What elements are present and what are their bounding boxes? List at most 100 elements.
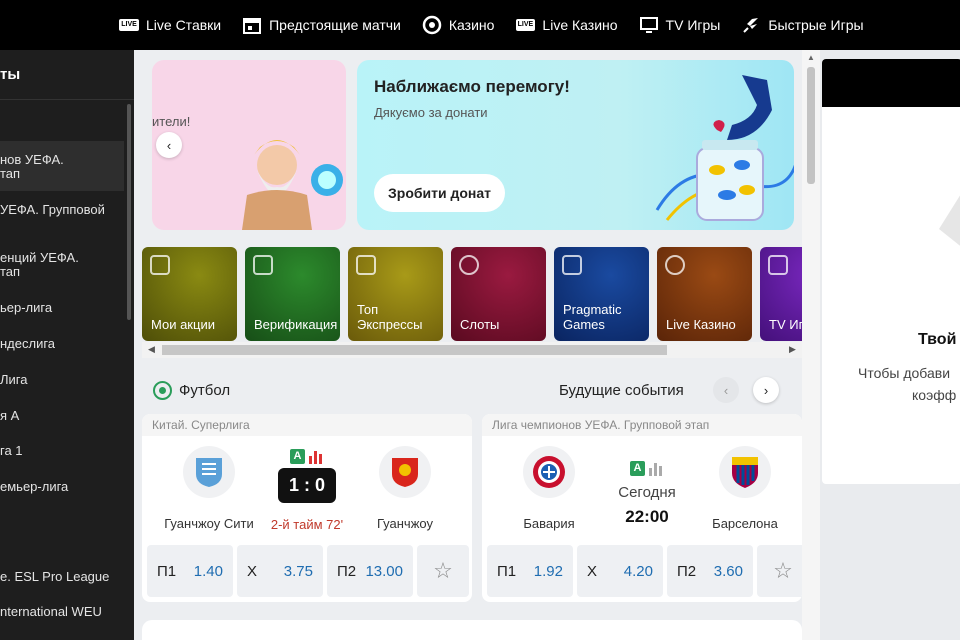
odds-row: П1 1.92 Х 4.20 П2 3.60 ☆ <box>487 545 802 597</box>
banner-left-text: ители! <box>152 114 191 129</box>
tile-label: Топ Экспрессы <box>357 302 423 332</box>
banner-prev-button[interactable]: ‹ <box>156 132 182 158</box>
live-badge-icon: LIVE <box>118 14 140 36</box>
sidebar-scrollbar[interactable] <box>127 104 131 320</box>
odd-p1[interactable]: П1 1.40 <box>147 545 233 597</box>
tile-tv-games[interactable]: TV Иг <box>760 247 802 341</box>
barcelona-logo-icon <box>719 446 771 498</box>
odd-p2[interactable]: П2 13.00 <box>327 545 413 597</box>
live-badge-icon: LIVE <box>514 14 536 36</box>
nav-upcoming[interactable]: Предстоящие матчи <box>241 14 401 36</box>
guangzhou-city-logo-icon <box>183 446 235 498</box>
odd-p2[interactable]: П2 3.60 <box>667 545 753 597</box>
promo-banner-left[interactable]: ители! ‹ <box>152 60 346 230</box>
tile-live-casino[interactable]: Live Казино <box>657 247 752 341</box>
next-section-card <box>142 620 802 640</box>
sidebar: ты нов УЕФА. тап УЕФА. Групповой енций У… <box>0 50 134 640</box>
sidebar-item[interactable]: e. ESL Pro League <box>0 569 113 584</box>
tile-my-promos[interactable]: Мои акции <box>142 247 237 341</box>
nav-label: Предстоящие матчи <box>269 17 401 33</box>
live-badge-text: LIVE <box>119 19 139 31</box>
events-prev-button[interactable]: ‹ <box>713 377 739 403</box>
away-team[interactable]: Гуанчжоу <box>355 446 455 531</box>
nav-label: Live Казино <box>542 17 618 33</box>
odd-p1[interactable]: П1 1.92 <box>487 545 573 597</box>
main-scrollbar[interactable]: ▲ <box>802 50 820 640</box>
sidebar-item[interactable]: емьер-лига <box>0 479 72 494</box>
tile-verification[interactable]: Верификация <box>245 247 340 341</box>
nav-label: Казино <box>448 17 495 33</box>
odd-x[interactable]: Х 3.75 <box>237 545 323 597</box>
zeus-illustration-icon <box>242 140 343 230</box>
sidebar-item[interactable]: тап <box>0 264 24 279</box>
sidebar-item[interactable]: нов УЕФА. <box>0 152 68 167</box>
tile-label: Слоты <box>460 317 500 332</box>
sidebar-item[interactable]: га 1 <box>0 443 27 458</box>
football-icon <box>153 380 172 400</box>
football-section-header: Футбол Будущие события ‹ › <box>142 368 802 412</box>
favorite-star-icon[interactable]: ☆ <box>417 545 469 597</box>
cherry-icon <box>459 255 479 275</box>
tile-pragmatic[interactable]: Pragmatic Games <box>554 247 649 341</box>
donate-subtitle: Дякуємо за донати <box>374 105 488 120</box>
tv-icon <box>638 14 660 36</box>
sidebar-item[interactable]: енций УЕФА. <box>0 250 83 265</box>
home-team[interactable]: Гуанчжоу Сити <box>159 446 259 531</box>
odd-value: 1.40 <box>193 562 223 580</box>
future-events-label[interactable]: Будущие события <box>559 382 684 399</box>
match-card[interactable]: Лига чемпионов УЕФА. Групповой этап Бава… <box>482 414 802 602</box>
document-icon <box>253 255 273 275</box>
betslip-header <box>822 59 960 107</box>
league-name: Лига чемпионов УЕФА. Групповой этап <box>482 414 802 436</box>
donation-jar-icon <box>655 75 794 221</box>
promo-gear-icon <box>150 255 170 275</box>
rocket-icon <box>740 14 762 36</box>
away-team[interactable]: Барселона <box>695 446 795 531</box>
score: 1 : 0 <box>278 468 336 503</box>
home-team[interactable]: Бавария <box>499 446 599 531</box>
stats-bars-icon[interactable] <box>649 458 664 476</box>
tile-slots[interactable]: Слоты <box>451 247 546 341</box>
league-name: Китай. Суперлига <box>142 414 472 436</box>
stats-bars-icon[interactable] <box>309 446 324 464</box>
nav-label: TV Игры <box>665 17 721 33</box>
casino-chip-icon <box>421 14 443 36</box>
sidebar-item[interactable]: Лига <box>0 372 31 387</box>
events-next-button[interactable]: › <box>753 377 779 403</box>
nav-casino[interactable]: Казино <box>421 14 495 36</box>
nav-fast-games[interactable]: Быстрые Игры <box>740 14 864 36</box>
football-title[interactable]: Футбол <box>153 380 230 400</box>
nav-tv-games[interactable]: TV Игры <box>638 14 721 36</box>
tiles-scrollbar[interactable]: ◀ ▶ <box>142 342 802 358</box>
tile-label: Live Казино <box>666 317 736 332</box>
sidebar-item[interactable]: УЕФА. Групповой <box>0 202 109 217</box>
guangzhou-logo-icon <box>379 446 431 498</box>
betslip-panel: Твой Чтобы добави коэфф <box>820 50 960 640</box>
match-status: A Сегодня 22:00 <box>592 458 702 527</box>
favorite-star-icon[interactable]: ☆ <box>757 545 802 597</box>
donate-banner[interactable]: Наближаємо перемогу! Дякуємо за донати З… <box>357 60 794 230</box>
tile-label: Мои акции <box>151 317 215 332</box>
nav-live-bets[interactable]: LIVE Live Ставки <box>118 14 221 36</box>
cube-icon <box>562 255 582 275</box>
sidebar-item[interactable]: ьер-лига <box>0 300 56 315</box>
odds-row: П1 1.40 Х 3.75 П2 13.00 ☆ <box>147 545 469 597</box>
odd-key: Х <box>247 562 258 580</box>
tile-top-express[interactable]: Топ Экспрессы <box>348 247 443 341</box>
sidebar-item[interactable]: тап <box>0 166 24 181</box>
sidebar-item[interactable]: ндеслига <box>0 336 59 351</box>
a-badge: A <box>290 449 305 464</box>
nav-live-casino[interactable]: LIVE Live Казино <box>514 14 618 36</box>
scroll-left-icon[interactable]: ◀ <box>148 344 155 355</box>
donate-button[interactable]: Зробити донат <box>374 174 506 212</box>
sidebar-item[interactable]: я А <box>0 408 23 423</box>
main-scroll-thumb[interactable] <box>807 67 815 184</box>
team-name: Гуанчжоу Сити <box>164 516 254 531</box>
scroll-up-icon[interactable]: ▲ <box>807 53 815 62</box>
match-card[interactable]: Китай. Суперлига Гуанчжоу Сити A 1 : 0 2… <box>142 414 472 602</box>
sidebar-item[interactable]: nternational WEU <box>0 604 106 619</box>
scroll-right-icon[interactable]: ▶ <box>789 344 796 355</box>
calendar-icon <box>241 14 263 36</box>
odd-x[interactable]: Х 4.20 <box>577 545 663 597</box>
tiles-scroll-thumb[interactable] <box>162 345 667 355</box>
